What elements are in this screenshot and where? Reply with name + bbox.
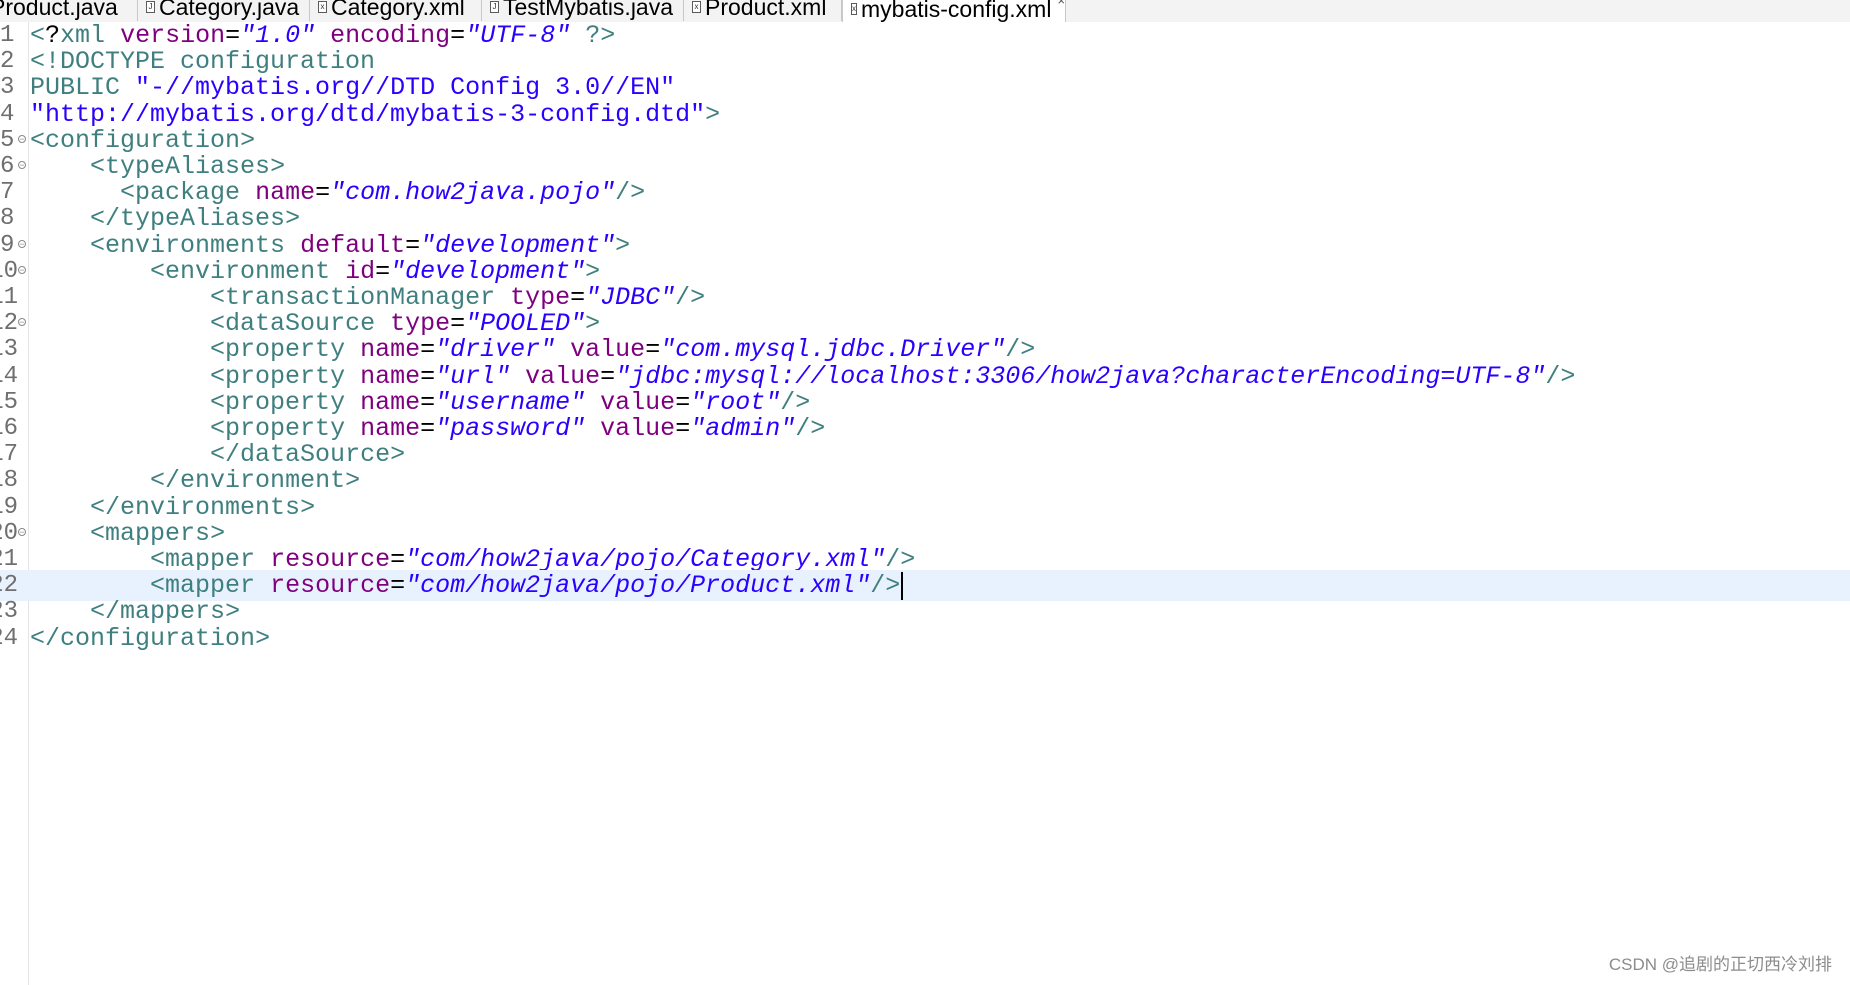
tab-testmybatis-java[interactable]: J TestMybatis.java	[482, 0, 684, 21]
xml-editor[interactable]: 1 <?xml version="1.0" encoding="UTF-8" ?>…	[0, 21, 1850, 985]
tab-label: Product.xml	[705, 0, 827, 20]
fold-toggle-icon[interactable]: −	[18, 527, 26, 537]
tab-label: Product.java	[0, 0, 118, 20]
xml-file-icon: x	[318, 1, 327, 13]
text-cursor	[901, 571, 904, 600]
tab-label: Category.java	[159, 0, 300, 20]
fold-toggle-icon[interactable]: −	[18, 265, 26, 275]
tab-product-xml[interactable]: x Product.xml	[684, 0, 842, 21]
fold-toggle-icon[interactable]: −	[18, 161, 26, 171]
java-file-icon: J	[146, 1, 155, 13]
code-text: </configuration>	[30, 623, 271, 653]
xml-file-icon: x	[692, 1, 701, 13]
fold-toggle-icon[interactable]: −	[18, 239, 26, 249]
java-file-icon: J	[490, 1, 499, 13]
tab-label: Category.xml	[331, 0, 465, 20]
tab-category-xml[interactable]: x Category.xml	[310, 0, 482, 21]
fold-toggle-icon[interactable]: −	[18, 318, 26, 328]
xml-file-icon: x	[851, 2, 857, 15]
watermark: CSDN @追剧的正切西冷刘排	[1608, 955, 1832, 974]
line-number: 24	[0, 624, 18, 652]
code-line[interactable]: 24 </configuration>	[0, 623, 1850, 654]
close-tab-icon[interactable]: ×	[1057, 0, 1065, 15]
tab-label: TestMybatis.java	[503, 0, 674, 20]
fold-toggle-icon[interactable]: −	[18, 134, 26, 144]
tab-category-java[interactable]: J Category.java	[138, 0, 310, 21]
tab-product-java[interactable]: Product.java	[0, 0, 138, 21]
